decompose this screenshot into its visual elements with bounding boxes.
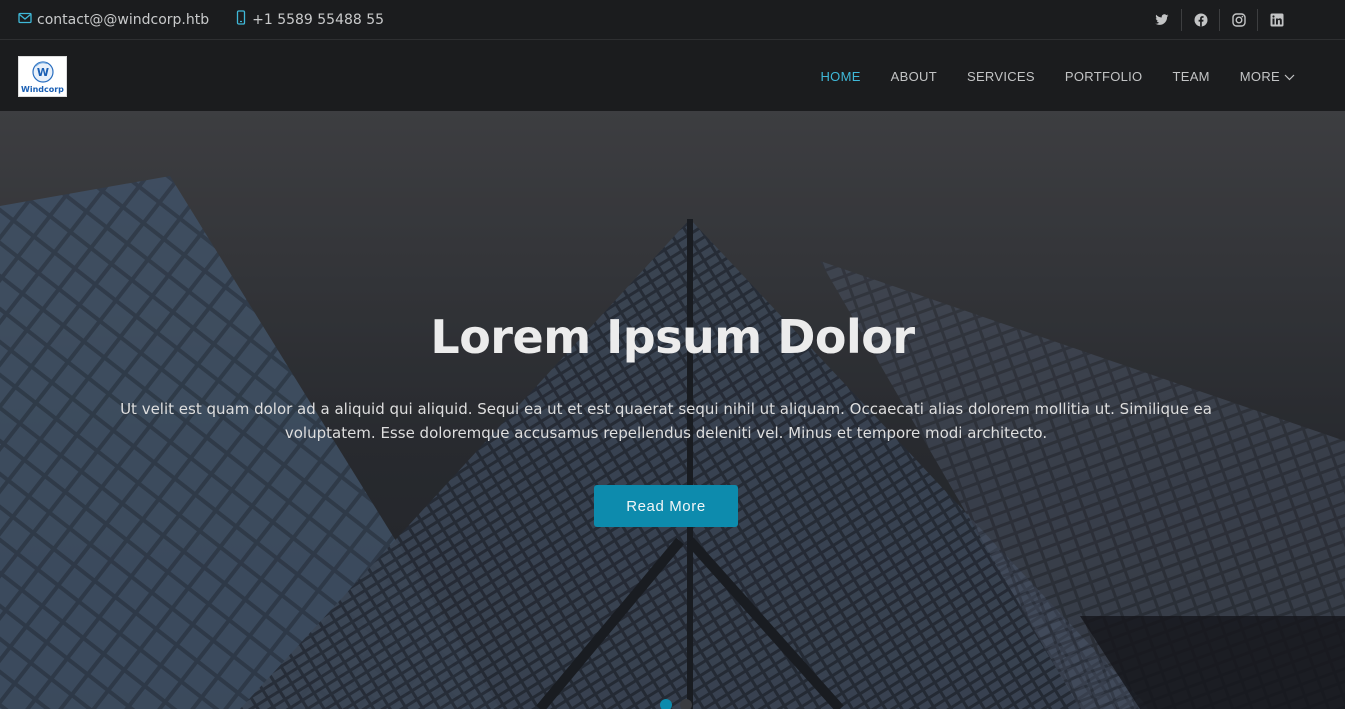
logo-text: Windcorp: [21, 84, 64, 94]
contact-info: contact@@windcorp.htb +1 5589 55488 55: [18, 10, 410, 29]
main-nav: HOME ABOUT SERVICES PORTFOLIO TEAM MORE: [790, 69, 1295, 84]
contact-email-text: contact@@windcorp.htb: [37, 11, 210, 28]
linkedin-icon[interactable]: [1257, 8, 1295, 31]
top-bar: contact@@windcorp.htb +1 5589 55488 55: [0, 0, 1345, 40]
logo-emblem: W: [32, 60, 54, 87]
nav-about[interactable]: ABOUT: [891, 69, 937, 84]
contact-email[interactable]: contact@@windcorp.htb: [18, 12, 209, 28]
carousel-indicators: [660, 699, 700, 709]
site-header: W Windcorp HOME ABOUT SERVICES PORTFOLIO…: [0, 41, 1345, 111]
twitter-icon[interactable]: [1143, 9, 1181, 31]
instagram-icon[interactable]: [1219, 8, 1257, 31]
nav-home[interactable]: HOME: [820, 69, 860, 84]
nav-services[interactable]: SERVICES: [967, 69, 1035, 84]
contact-phone[interactable]: +1 5589 55488 55: [235, 10, 384, 29]
nav-portfolio[interactable]: PORTFOLIO: [1065, 69, 1143, 84]
social-links: [1143, 8, 1295, 31]
facebook-icon[interactable]: [1181, 8, 1219, 31]
logo-letter: W: [37, 66, 49, 79]
carousel-dot-2[interactable]: [680, 699, 692, 709]
hero-title: Lorem Ipsum Dolor: [430, 310, 915, 364]
nav-team[interactable]: TEAM: [1172, 69, 1209, 84]
nav-more-label: MORE: [1239, 68, 1280, 84]
hero-description: Ut velit est quam dolor ad a aliquid qui…: [120, 400, 1212, 442]
contact-phone-text: +1 5589 55488 55: [252, 11, 385, 28]
nav-more[interactable]: MORE: [1240, 69, 1295, 84]
chevron-down-icon: [1280, 69, 1295, 84]
envelope-icon: [18, 12, 37, 28]
hero-carousel: Lorem Ipsum Dolor Ut velit est quam dolo…: [0, 111, 1345, 709]
site-logo[interactable]: W Windcorp: [18, 55, 67, 97]
read-more-button[interactable]: Read More: [594, 485, 738, 527]
phone-icon: [235, 10, 252, 29]
carousel-dot-1[interactable]: [660, 699, 672, 709]
